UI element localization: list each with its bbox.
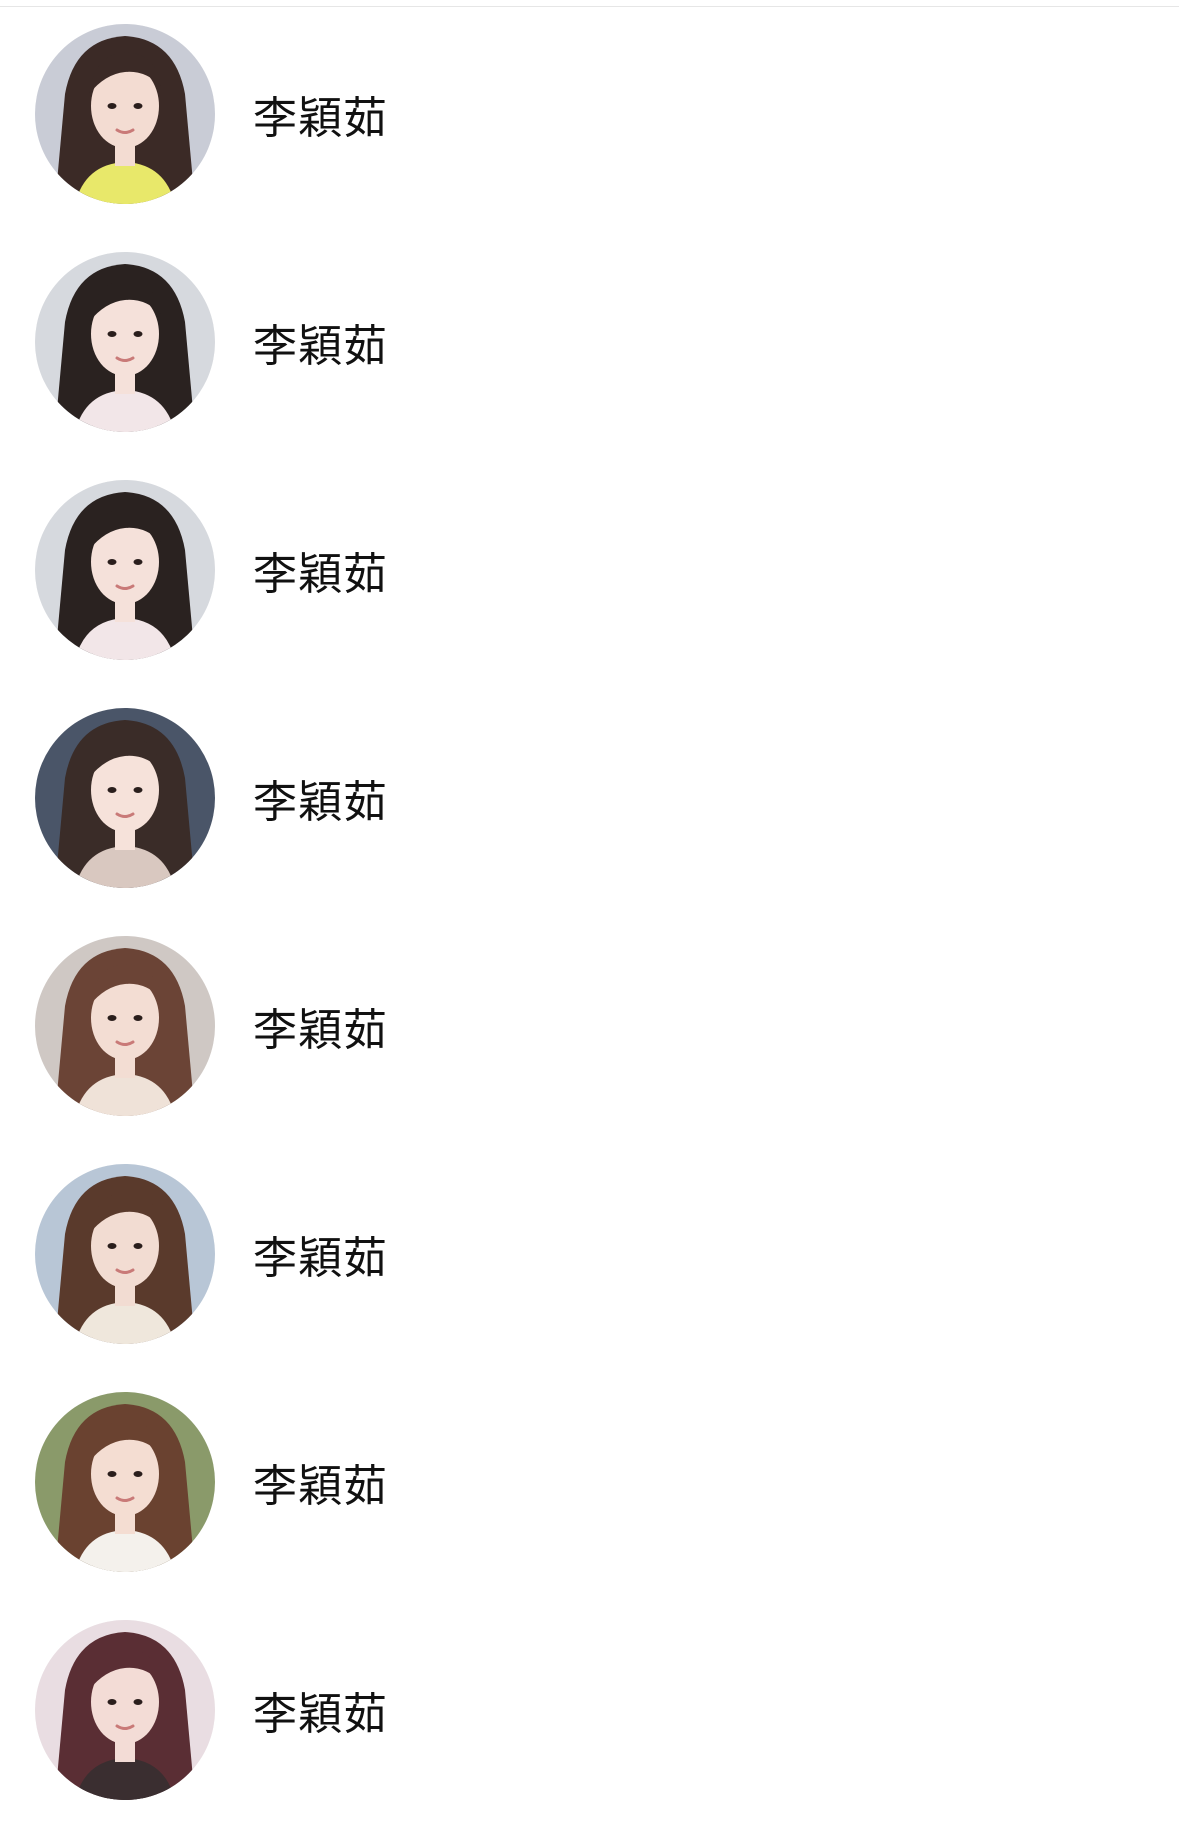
- avatar[interactable]: [35, 1620, 215, 1800]
- contact-name: 李穎茹: [253, 1689, 388, 1740]
- avatar[interactable]: [35, 1392, 215, 1572]
- contact-row[interactable]: 李穎茹: [0, 912, 1179, 1140]
- contact-row[interactable]: 李穎茹: [0, 1596, 1179, 1824]
- contact-list-screen: 李穎茹 李穎茹 李穎茹 李穎茹 李穎茹 李穎茹 李穎茹 李穎茹: [0, 0, 1179, 1837]
- contact-row[interactable]: 李穎茹: [0, 1368, 1179, 1596]
- avatar[interactable]: [35, 24, 215, 204]
- contact-row[interactable]: 李穎茹: [0, 228, 1179, 456]
- contact-name: 李穎茹: [253, 1461, 388, 1512]
- contact-row[interactable]: 李穎茹: [0, 456, 1179, 684]
- avatar[interactable]: [35, 1164, 215, 1344]
- contact-name: 李穎茹: [253, 777, 388, 828]
- contact-name: 李穎茹: [253, 93, 388, 144]
- contact-row[interactable]: 李穎茹: [0, 684, 1179, 912]
- avatar[interactable]: [35, 480, 215, 660]
- contact-row[interactable]: 李穎茹: [0, 0, 1179, 228]
- contact-row[interactable]: 李穎茹: [0, 1140, 1179, 1368]
- avatar[interactable]: [35, 708, 215, 888]
- contact-name: 李穎茹: [253, 549, 388, 600]
- avatar[interactable]: [35, 252, 215, 432]
- contact-name: 李穎茹: [253, 1233, 388, 1284]
- contact-name: 李穎茹: [253, 321, 388, 372]
- contact-name: 李穎茹: [253, 1005, 388, 1056]
- avatar[interactable]: [35, 936, 215, 1116]
